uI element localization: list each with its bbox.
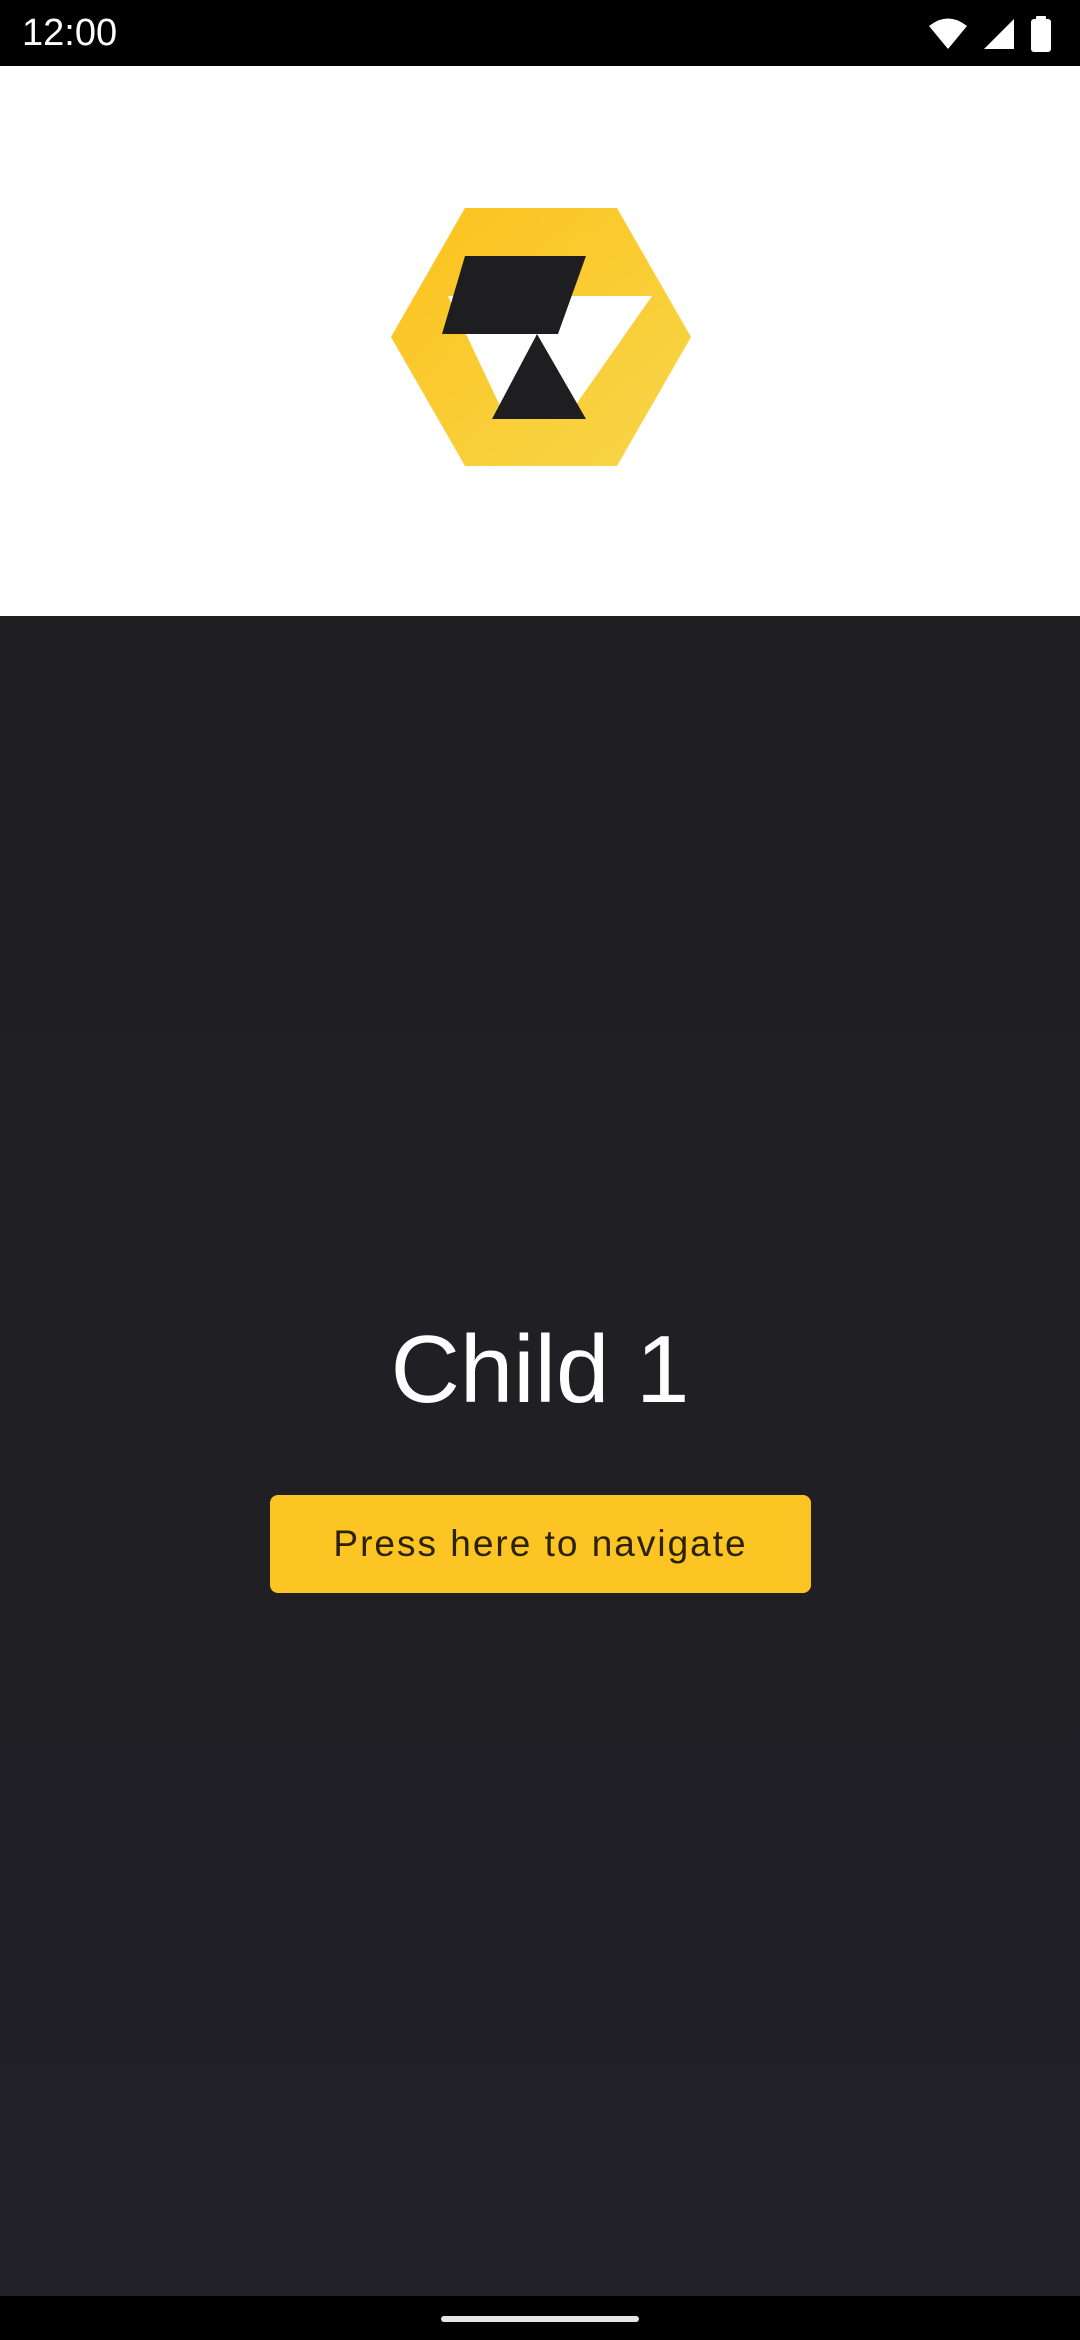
page-title: Child 1 (390, 1316, 690, 1423)
navigation-bar (0, 2296, 1080, 2340)
home-handle[interactable] (441, 2316, 639, 2322)
header-area (0, 66, 1080, 616)
status-time: 12:00 (22, 12, 118, 54)
cell-signal-icon (984, 19, 1014, 49)
wifi-icon (929, 18, 967, 49)
content-area (0, 616, 1080, 2296)
battery-icon (1031, 16, 1051, 52)
status-bar: 12:00 (0, 0, 1080, 66)
navigate-button[interactable]: Press here to navigate (270, 1495, 811, 1593)
hexagon-logo (391, 208, 691, 466)
status-icons (928, 14, 1052, 54)
